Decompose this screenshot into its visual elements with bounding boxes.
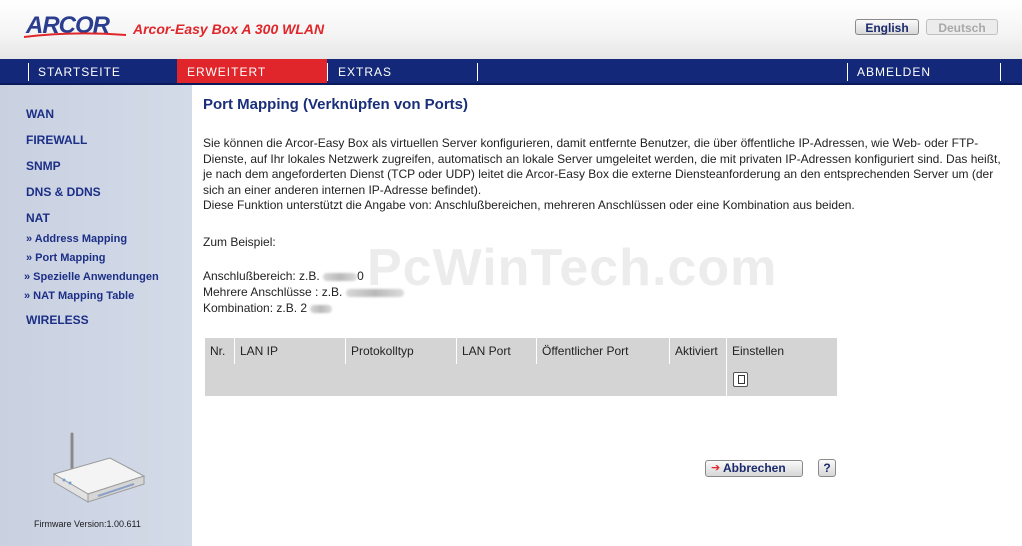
main-nav: STARTSEITE ERWEITERT EXTRAS ABMELDEN [0,59,1022,85]
english-button[interactable]: English [855,19,919,35]
sidebar-subitem-spezielle-anwendungen[interactable]: » Spezielle Anwendungen [24,271,159,283]
sidebar-subitem-address-mapping[interactable]: » Address Mapping [26,233,127,245]
example-range-tail: 0 [357,269,364,283]
logo-swoosh-icon [24,32,126,38]
sidebar-item-dns-ddns[interactable]: DNS & DDNS [26,185,101,199]
nav-separator [1000,63,1001,81]
product-name: Arcor-Easy Box A 300 WLAN [133,21,325,37]
page-description: Sie können die Arcor-Easy Box als virtue… [203,136,1003,214]
example-combination: Kombination: z.B. 2 [203,301,333,315]
nav-separator [28,63,29,81]
table-empty-cell [205,364,726,396]
sidebar-item-wireless[interactable]: WIRELESS [26,313,89,327]
page-title: Port Mapping (Verknüpfen von Ports) [203,96,469,113]
sidebar-subitem-nat-mapping-table[interactable]: » NAT Mapping Table [24,290,134,302]
redacted-blur [323,272,358,281]
example-heading: Zum Beispiel: [203,235,276,249]
description-text: Sie können die Arcor-Easy Box als virtue… [203,136,1001,197]
nav-extras[interactable]: EXTRAS [338,59,392,85]
example-range: Anschlußbereich: z.B. 0 [203,269,364,283]
nav-abmelden[interactable]: ABMELDEN [857,59,931,85]
sidebar: WAN FIREWALL SNMP DNS & DDNS NAT » Addre… [0,85,192,546]
col-protokolltyp: Protokolltyp [346,338,456,364]
sidebar-item-nat[interactable]: NAT [26,211,50,225]
col-einstellen: Einstellen [727,338,837,364]
table-row [205,364,837,396]
nav-separator [477,63,478,81]
header: ARCOR Arcor-Easy Box A 300 WLAN English … [0,0,1022,59]
router-icon [52,432,146,503]
example-range-label: Anschlußbereich: z.B. [203,269,320,283]
table-header-row: Nr. LAN IP Protokolltyp LAN Port Öffentl… [205,338,837,364]
example-multiple-label: Mehrere Anschlüsse : z.B. [203,285,343,299]
cancel-button-label: Abbrechen [723,461,786,475]
nav-separator [847,63,848,81]
col-oeffentlicher-port: Öffentlicher Port [537,338,669,364]
port-mapping-table: Nr. LAN IP Protokolltyp LAN Port Öffentl… [204,338,838,396]
col-lan-port: LAN Port [457,338,536,364]
col-aktiviert: Aktiviert [670,338,726,364]
redacted-blur [310,304,333,313]
example-combination-label: Kombination: z.B. 2 [203,301,308,315]
example-multiple: Mehrere Anschlüsse : z.B. [203,285,404,299]
col-nr: Nr. [205,338,234,364]
cancel-button[interactable]: ➔ Abbrechen [705,460,803,477]
sidebar-item-snmp[interactable]: SNMP [26,159,61,173]
sidebar-subitem-port-mapping[interactable]: » Port Mapping [26,252,105,264]
watermark: PcWinTech.com [367,239,778,297]
sidebar-item-firewall[interactable]: FIREWALL [26,133,87,147]
redacted-blur [345,288,404,297]
firmware-version: Firmware Version:1.00.611 [34,519,141,529]
col-lan-ip: LAN IP [235,338,345,364]
description-text-2: Diese Funktion unterstützt die Angabe vo… [203,198,855,213]
nav-separator [327,63,328,81]
deutsch-button[interactable]: Deutsch [926,19,998,35]
nav-erweitert[interactable]: ERWEITERT [177,59,327,85]
table-settings-cell [727,364,837,396]
sidebar-item-wan[interactable]: WAN [26,107,54,121]
help-button[interactable]: ? [818,459,836,477]
nav-startseite[interactable]: STARTSEITE [38,59,121,85]
arrow-right-icon: ➔ [711,462,721,474]
edit-icon[interactable] [733,372,748,387]
